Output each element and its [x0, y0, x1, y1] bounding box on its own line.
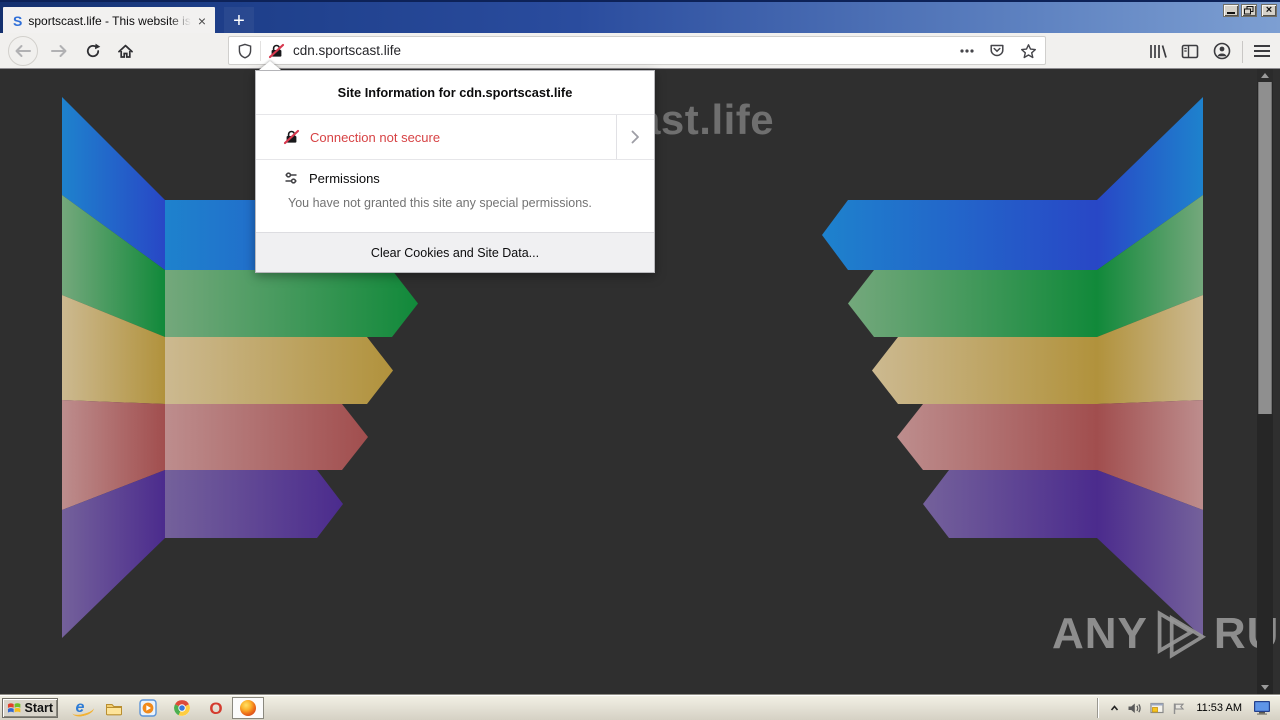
restore-icon	[1244, 6, 1254, 15]
url-bar[interactable]: cdn.sportscast.life	[228, 36, 1046, 65]
reload-button[interactable]	[78, 36, 108, 66]
chevron-up-icon	[1111, 704, 1119, 711]
quicklaunch-internet-explorer[interactable]: e	[71, 699, 89, 717]
quicklaunch-media-player[interactable]	[139, 699, 157, 717]
start-button[interactable]: Start	[2, 698, 58, 718]
popup-title: Site Information for cdn.sportscast.life	[256, 71, 654, 115]
tab-close-icon[interactable]: ×	[195, 14, 209, 28]
start-label: Start	[24, 701, 53, 715]
minimize-icon	[1227, 12, 1235, 14]
watermark-text-any: ANY	[1052, 609, 1148, 658]
quicklaunch-opera[interactable]: O	[207, 699, 225, 717]
network-flag-tray-icon[interactable]	[1172, 702, 1185, 715]
monitor-icon	[1254, 701, 1270, 715]
page-actions-icon[interactable]	[960, 48, 974, 53]
system-tray: 11:53 AM	[1097, 695, 1280, 720]
permissions-icon	[285, 172, 297, 184]
quicklaunch-firefox[interactable]	[232, 697, 264, 719]
anyrun-logo-icon	[1157, 610, 1206, 659]
quicklaunch-windows-explorer[interactable]	[105, 699, 123, 717]
browser-tab[interactable]: S sportscast.life - This website is fo ×	[3, 7, 215, 35]
folder-icon	[106, 703, 122, 715]
bookmark-star-icon[interactable]	[1020, 43, 1037, 59]
desktop-screen: S sportscast.life - This website is fo ×…	[0, 0, 1280, 720]
windows-logo-icon	[7, 703, 21, 713]
browser-titlebar: S sportscast.life - This website is fo ×…	[0, 0, 1280, 35]
permissions-label: Permissions	[309, 170, 380, 186]
insecure-lock-icon[interactable]	[268, 43, 285, 59]
restore-button[interactable]	[1241, 4, 1257, 17]
new-tab-button[interactable]: +	[224, 7, 254, 35]
sidebar-toggle-button[interactable]	[1178, 39, 1202, 63]
hamburger-icon	[1254, 45, 1270, 57]
speaker-icon	[1128, 703, 1142, 713]
toolbar-separator	[1242, 41, 1243, 63]
hide-icons-button[interactable]	[1110, 704, 1119, 713]
home-icon	[117, 44, 133, 58]
urlbar-actions	[960, 43, 1037, 59]
account-button[interactable]	[1210, 39, 1234, 63]
url-text[interactable]: cdn.sportscast.life	[293, 43, 952, 58]
account-icon	[1213, 42, 1231, 60]
close-icon: ×	[1265, 4, 1273, 16]
navigation-toolbar: cdn.sportscast.life	[0, 33, 1280, 69]
sidebar-icon	[1181, 44, 1199, 58]
internet-explorer-icon: e	[75, 699, 85, 716]
update-window-icon	[1150, 702, 1164, 714]
anyrun-watermark: ANY RUN	[1052, 607, 1280, 661]
quicklaunch-chrome[interactable]	[173, 699, 191, 717]
insecure-lock-icon	[283, 129, 300, 145]
media-player-icon	[139, 699, 157, 717]
library-icon	[1150, 44, 1167, 58]
flag-icon	[1174, 703, 1185, 714]
tab-title: sportscast.life - This website is fo	[28, 14, 195, 28]
site-info-popup: Site Information for cdn.sportscast.life…	[255, 70, 655, 273]
forward-button[interactable]	[44, 36, 74, 66]
site-favicon: S	[13, 13, 23, 29]
home-button[interactable]	[110, 36, 140, 66]
connection-expand-button[interactable]	[616, 115, 654, 159]
page-scrollbar[interactable]	[1257, 69, 1273, 694]
connection-status-label: Connection not secure	[310, 129, 441, 145]
back-button[interactable]	[8, 36, 38, 66]
windows-update-tray-icon[interactable]	[1150, 702, 1164, 714]
taskbar-clock: 11:53 AM	[1196, 702, 1242, 714]
tray-separator	[1097, 698, 1100, 718]
connection-row[interactable]: Connection not secure	[256, 115, 654, 160]
menu-button[interactable]	[1250, 39, 1274, 63]
chrome-icon	[174, 700, 190, 716]
popup-caret	[259, 61, 281, 70]
minimize-button[interactable]	[1223, 4, 1239, 17]
tracking-shield-icon[interactable]	[237, 43, 253, 59]
clear-cookies-button[interactable]: Clear Cookies and Site Data...	[256, 232, 654, 272]
permissions-note: You have not granted this site any speci…	[288, 196, 592, 210]
back-icon	[15, 45, 31, 57]
display-tray-icon[interactable]	[1253, 700, 1272, 716]
opera-icon: O	[209, 698, 223, 718]
connection-row-main[interactable]: Connection not secure	[256, 115, 616, 159]
scrollbar-up-icon[interactable]	[1257, 69, 1273, 82]
pocket-icon[interactable]	[989, 43, 1005, 58]
chevron-right-icon	[631, 130, 639, 144]
forward-icon	[51, 45, 67, 57]
firefox-icon	[240, 700, 256, 716]
library-button[interactable]	[1146, 39, 1170, 63]
close-button[interactable]: ×	[1261, 4, 1277, 17]
permissions-section: Permissions You have not granted this si…	[256, 160, 654, 232]
reload-icon	[86, 43, 101, 58]
identity-separator	[260, 40, 261, 61]
taskbar: Start e O 11:53 AM	[0, 694, 1280, 720]
scrollbar-thumb[interactable]	[1258, 82, 1272, 414]
window-controls: ×	[1223, 4, 1277, 17]
volume-tray-icon[interactable]	[1127, 702, 1142, 715]
scrollbar-down-icon[interactable]	[1257, 680, 1273, 694]
